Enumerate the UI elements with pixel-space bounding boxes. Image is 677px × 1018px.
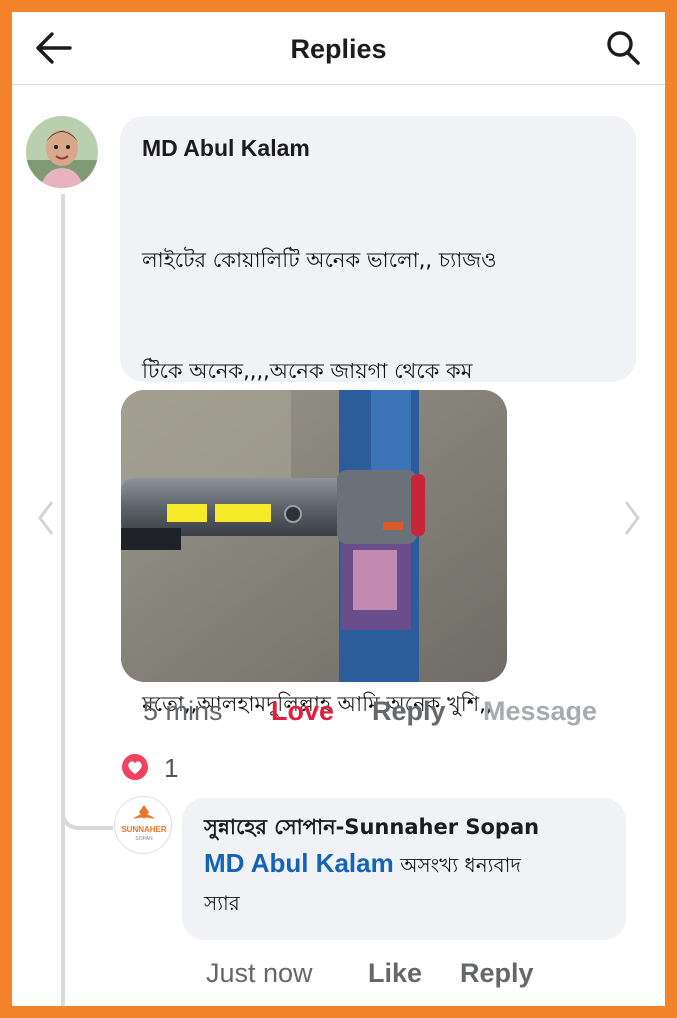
reaction-count: 1 [164, 753, 179, 783]
reply-reply-button[interactable]: Reply [460, 958, 534, 989]
search-icon [607, 31, 640, 65]
message-button[interactable]: Message [483, 696, 597, 727]
reply-text-line2: স্যার [204, 891, 240, 915]
logo-text: SUNNAHER [121, 825, 167, 834]
replies-screen: Replies MD Abul Kalam লাইটের কোয়ালিটি অ… [12, 12, 665, 1006]
comment-line: লাইটের কোয়ালিটি অনেক ভালো,, চ্যাজও [142, 248, 497, 272]
child-photo-avatar-icon [26, 116, 98, 188]
commenter-avatar[interactable] [26, 116, 98, 188]
logo-subtext: SOPAN [135, 836, 153, 842]
page-avatar[interactable]: SUNNAHER SOPAN [114, 796, 172, 854]
comment-photo[interactable] [121, 390, 507, 682]
top-bar: Replies [12, 12, 665, 85]
comment-bubble: MD Abul Kalam লাইটের কোয়ালিটি অনেক ভালো… [120, 116, 636, 716]
like-button[interactable]: Like [368, 958, 422, 989]
comment-line: টিকে অনেক,,,,অনেক জায়গা থেকে কম [142, 359, 473, 383]
comment-time: 5 mins [143, 696, 223, 726]
thread-line [61, 194, 65, 1006]
page-title: Replies [290, 34, 387, 64]
reply-bubble: সুন্নাহের সোপান-Sunnaher Sopan MD Abul K… [182, 798, 626, 940]
reply-text: MD Abul Kalam অসংখ্য ধন্যবাদ স্যার [204, 844, 606, 922]
search-button[interactable] [604, 26, 644, 70]
reply-branch-line [63, 802, 113, 830]
chevron-left-icon[interactable] [34, 498, 58, 538]
reply-time: Just now [206, 958, 313, 988]
heart-icon [120, 752, 150, 782]
mention-link[interactable]: MD Abul Kalam [204, 848, 394, 878]
reply-button[interactable]: Reply [372, 696, 446, 727]
love-button[interactable]: Love [271, 696, 334, 727]
reply-author[interactable]: সুন্নাহের সোপান-Sunnaher Sopan [204, 812, 606, 842]
flashlight-photo-icon [121, 390, 507, 682]
comment-author[interactable]: MD Abul Kalam [142, 132, 616, 164]
reply-text-tail: অসংখ্য ধন্যবাদ [393, 853, 521, 877]
sunnaher-sopan-logo: SUNNAHER SOPAN [121, 805, 167, 842]
chevron-right-icon[interactable] [620, 498, 644, 538]
